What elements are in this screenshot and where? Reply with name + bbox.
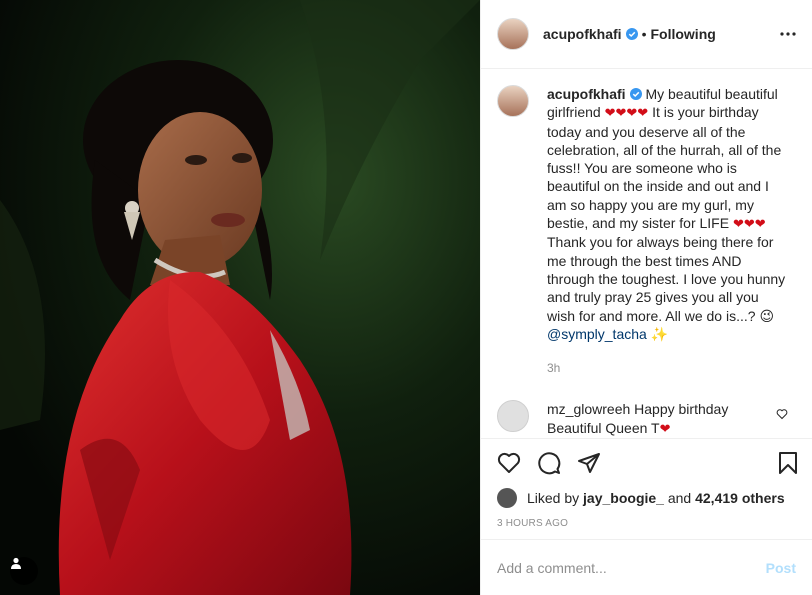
comment-item: mz_glowreeh Happy birthday Beautiful Que… — [497, 400, 796, 438]
comment-input[interactable] — [497, 559, 766, 576]
heart-emoji: ❤ — [659, 420, 671, 436]
caption-time[interactable]: 3h — [547, 359, 787, 377]
sparkle-emoji: ✨ — [650, 325, 669, 342]
post-photo[interactable] — [0, 0, 480, 595]
liker-username[interactable]: jay_boogie_ — [583, 490, 664, 506]
likes-summary: Liked by jay_boogie_ and 42,419 others — [481, 486, 812, 510]
add-comment-bar: Post — [481, 539, 812, 595]
portrait-illustration — [0, 0, 480, 595]
caption-username[interactable]: acupofkhafi — [547, 86, 626, 102]
action-bar — [481, 438, 812, 486]
mention-link[interactable]: @symply_tacha — [547, 326, 647, 342]
author-avatar[interactable] — [497, 18, 529, 50]
likes-prefix: Liked by — [527, 490, 580, 506]
user-tag-icon — [11, 557, 21, 569]
comment-icon[interactable] — [537, 451, 561, 475]
heart-icon[interactable] — [497, 451, 521, 475]
liker-avatar[interactable] — [497, 488, 517, 508]
verified-badge-icon — [629, 88, 642, 100]
likes-count[interactable]: 42,419 others — [695, 490, 785, 506]
likes-and: and — [667, 490, 692, 506]
post-timestamp[interactable]: 3 HOURS AGO — [481, 510, 812, 539]
caption-text-3: Thank you for always being there for me … — [547, 234, 786, 324]
comments-section: acupofkhafi My beautiful beautiful girlf… — [481, 69, 812, 438]
hearts-emoji: ❤❤❤❤ — [604, 105, 649, 121]
caption: acupofkhafi My beautiful beautiful girlf… — [497, 85, 796, 377]
share-icon[interactable] — [577, 451, 601, 475]
separator-dot: • — [641, 26, 647, 42]
post-header: acupofkhafi • Following — [481, 0, 812, 69]
save-icon[interactable] — [776, 451, 800, 475]
post-button[interactable]: Post — [766, 560, 796, 576]
comment-like-icon[interactable] — [776, 408, 788, 420]
hearts-emoji: ❤❤❤ — [732, 216, 766, 232]
post-side-panel: acupofkhafi • Following acupofkhafi My b… — [480, 0, 812, 595]
wink-emoji: 😉 — [759, 307, 775, 324]
commenter-username[interactable]: mz_glowreeh — [547, 401, 630, 417]
user-tag-button[interactable] — [10, 557, 38, 585]
author-username[interactable]: acupofkhafi — [543, 26, 638, 42]
caption-avatar[interactable] — [497, 85, 529, 117]
verified-badge-icon — [625, 28, 638, 40]
commenter-avatar[interactable] — [497, 400, 529, 433]
more-icon[interactable] — [780, 32, 796, 36]
following-button[interactable]: Following — [650, 26, 715, 42]
caption-text-2: It is your birthday today and you deserv… — [547, 104, 782, 232]
